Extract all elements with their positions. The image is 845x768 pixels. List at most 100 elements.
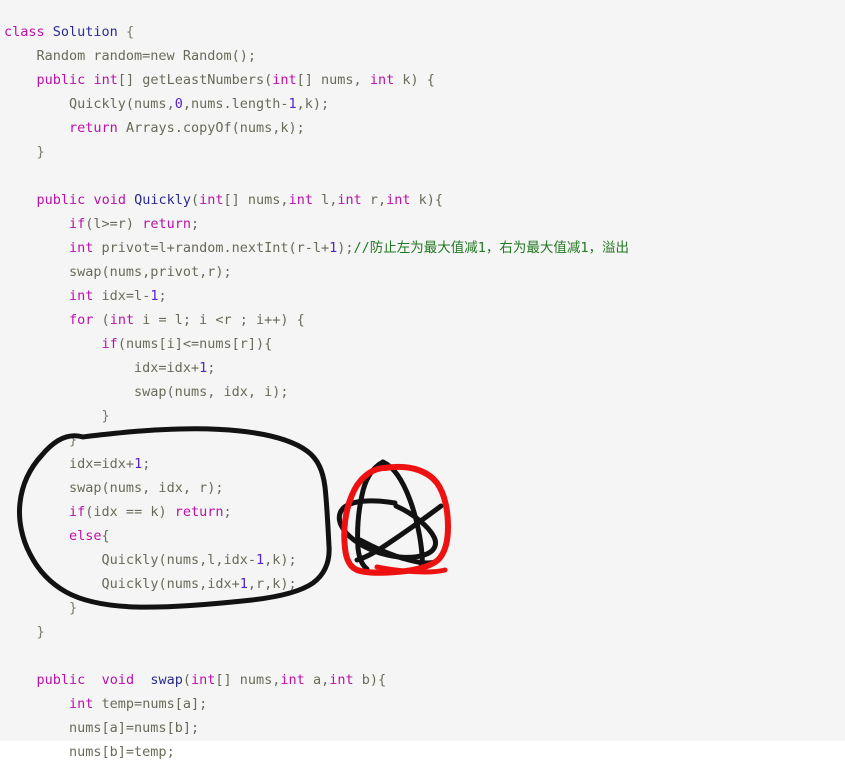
code-token: 1 (199, 359, 208, 376)
code-token: i = l; i <r ; i++) { (134, 311, 305, 328)
code-token: b){ (353, 671, 387, 688)
code-token: ( (182, 671, 191, 688)
code-line: Quickly(nums,0,nums.length-1,k); (0, 92, 845, 116)
code-token: int (369, 71, 395, 88)
code-token: } (69, 431, 78, 448)
code-token: l, (312, 191, 338, 208)
code-token: int (199, 191, 224, 208)
code-line: } (0, 428, 845, 452)
code-line: public void swap(int[] nums,int a,int b)… (0, 668, 845, 692)
code-token: int (337, 191, 362, 208)
code-token: 1 (239, 575, 248, 592)
code-token: } (69, 599, 78, 616)
code-line: int privot=l+random.nextInt(r-l+1);//防止左… (0, 236, 845, 260)
code-line: public void Quickly(int[] nums,int l,int… (0, 188, 845, 212)
code-line: int temp=nums[a]; (0, 692, 845, 716)
code-token: int (386, 191, 411, 208)
code-token: ( (191, 191, 200, 208)
code-token: temp=nums[a]; (93, 695, 208, 712)
code-token: int (288, 191, 313, 208)
code-token: 0 (174, 95, 183, 112)
code-token: (l>=r) (85, 215, 143, 232)
code-token: } (101, 407, 110, 424)
code-token: int (191, 671, 216, 688)
code-line: if(l>=r) return; (0, 212, 845, 236)
code-line: idx=idx+1; (0, 356, 845, 380)
code-token: k) { (394, 71, 435, 88)
code-line: Quickly(nums,idx+1,r,k); (0, 572, 845, 596)
code-token: nums[a]=nums[b]; (69, 719, 200, 736)
code-token: idx=idx+ (134, 359, 200, 376)
code-token: ,k); (296, 95, 330, 112)
code-line: int idx=l-1; (0, 284, 845, 308)
code-token: ; (223, 503, 232, 520)
code-token: int (69, 287, 94, 304)
code-token: int (69, 239, 94, 256)
code-token: Solution (52, 23, 118, 40)
code-line: } (0, 140, 845, 164)
code-token: ; (190, 215, 200, 232)
code-line: if(nums[i]<=nums[r]){ (0, 332, 845, 356)
code-line: idx=idx+1; (0, 452, 845, 476)
code-token: swap(nums, idx, r); (69, 479, 224, 496)
code-token: privot=l+random.nextInt(r-l+ (93, 239, 330, 256)
code-listing: class Solution { Random random=new Rando… (0, 14, 845, 764)
code-token: void (93, 191, 126, 208)
code-token: return (174, 503, 224, 520)
code-token: } (36, 623, 45, 640)
code-token: nums[b]=temp; (69, 743, 175, 760)
code-token: r, (361, 191, 387, 208)
code-token: int (93, 71, 118, 88)
code-token: (nums[i]<=nums[r]){ (117, 335, 273, 352)
code-token: if (69, 215, 86, 232)
code-token: idx=l- (93, 287, 151, 304)
code-token: if (101, 335, 118, 352)
code-line: Random random=new Random(); (0, 44, 845, 68)
code-line: swap(nums, idx, r); (0, 476, 845, 500)
code-token: 1 (255, 551, 265, 568)
code-token: public (36, 71, 86, 88)
code-token: { (101, 527, 110, 544)
code-line: swap(nums,privot,r); (0, 260, 845, 284)
code-token: ); (337, 239, 354, 256)
code-token: ,nums.length- (182, 95, 289, 112)
code-line: else{ (0, 524, 845, 548)
code-token: ,k); (264, 551, 297, 568)
code-token: [] nums, (296, 71, 370, 88)
code-token: swap(nums,privot,r); (69, 263, 232, 280)
code-token: Quickly(nums,idx+ (101, 575, 240, 592)
code-token: int (272, 71, 297, 88)
code-line: return Arrays.copyOf(nums,k); (0, 116, 845, 140)
code-token: swap (150, 671, 183, 688)
code-token: [] nums, (215, 671, 281, 688)
code-token: int (329, 671, 354, 688)
code-token: int (69, 695, 94, 712)
code-token: Random random=new Random(); (36, 47, 256, 64)
code-token: class (4, 23, 45, 40)
code-token: public (36, 671, 86, 688)
code-token: a, (304, 671, 330, 688)
code-line: Quickly(nums,l,idx-1,k); (0, 548, 845, 572)
code-line: } (0, 620, 845, 644)
code-token: (idx == k) (85, 503, 175, 520)
code-token: void (101, 671, 135, 688)
